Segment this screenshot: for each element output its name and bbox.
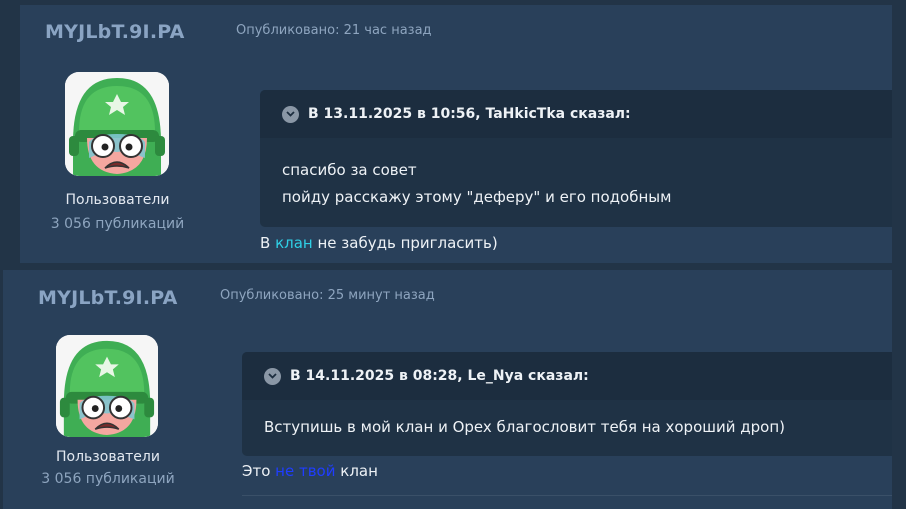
divider xyxy=(242,495,892,496)
quote-block: В 14.11.2025 в 08:28, Le_Nya сказал: Вст… xyxy=(242,352,892,456)
author-name[interactable]: MYJLbT.9I.PA xyxy=(38,287,178,309)
chevron-down-icon[interactable] xyxy=(264,367,281,385)
post-card: MYJLbT.9I.PA Опубликовано: 21 час назад xyxy=(20,5,892,263)
post-count: 3 056 публикаций xyxy=(50,216,185,232)
post-content: Это не твой клан xyxy=(242,462,378,480)
quote-title: В 14.11.2025 в 08:28, Le_Nya сказал: xyxy=(290,368,589,384)
post-date[interactable]: Опубликовано: 25 минут назад xyxy=(220,288,435,303)
quote-title: В 13.11.2025 в 10:56, TaHkicTka сказал: xyxy=(308,106,631,122)
reply-text: клан xyxy=(335,462,378,480)
avatar[interactable] xyxy=(65,72,169,176)
avatar[interactable] xyxy=(56,335,158,437)
robot-avatar-icon xyxy=(56,335,158,437)
post-date[interactable]: Опубликовано: 21 час назад xyxy=(236,23,432,38)
quote-line: пойду расскажу этому "деферу" и его подо… xyxy=(282,188,672,206)
clan-link[interactable]: клан xyxy=(275,234,313,252)
chevron-down-icon[interactable] xyxy=(282,105,299,123)
quote-block: В 13.11.2025 в 10:56, TaHkicTka сказал: … xyxy=(260,90,892,227)
reply-text: не забудь пригласить) xyxy=(312,234,498,252)
post-count: 3 056 публикаций xyxy=(41,471,175,487)
quote-header[interactable]: В 14.11.2025 в 08:28, Le_Nya сказал: xyxy=(242,352,892,400)
reply-text: Это xyxy=(242,462,276,480)
author-name[interactable]: MYJLbT.9I.PA xyxy=(45,21,185,43)
post-card: MYJLbT.9I.PA Опубликовано: 25 минут наза… xyxy=(3,270,892,509)
quote-line: спасибо за совет xyxy=(282,161,417,179)
quote-line: Вступишь в мой клан и Opex благословит т… xyxy=(264,418,785,436)
quote-header[interactable]: В 13.11.2025 в 10:56, TaHkicTka сказал: xyxy=(260,90,892,138)
user-group: Пользователи xyxy=(65,192,170,208)
clan-link[interactable]: не твой xyxy=(275,462,335,480)
user-group: Пользователи xyxy=(56,449,160,465)
reply-text: В xyxy=(260,234,276,252)
robot-avatar-icon xyxy=(65,72,169,176)
forum-page: MYJLbT.9I.PA Опубликовано: 21 час назад xyxy=(0,0,906,509)
post-content: В клан не забудь пригласить) xyxy=(260,234,498,252)
